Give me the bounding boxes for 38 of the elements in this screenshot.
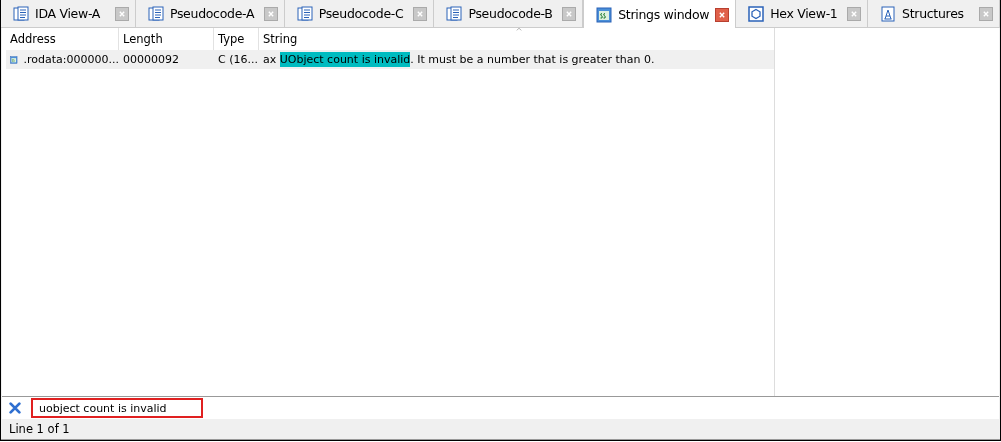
structure-icon [880,5,897,22]
tab-label[interactable]: Structures [902,6,973,21]
close-button[interactable] [562,6,577,21]
tab[interactable]: Pseudocode-A [135,0,285,27]
tab-label[interactable]: Pseudocode-A [169,6,258,21]
status-text: Line 1 of 1 [9,422,70,436]
document-icon [296,5,313,22]
tab-label[interactable]: IDA View-A [35,6,109,21]
table-row[interactable]: .rodata:000000... 00000092 C (16... ax UObject count is invalid. It must be a number that is greater than 0. [6,50,774,69]
close-icon [8,401,22,415]
tab[interactable]: Hex View-1 [736,0,869,27]
tab-label[interactable]: Strings window [618,7,710,22]
close-button[interactable] [413,6,428,21]
table-cell-text: ax [263,53,278,66]
tab[interactable]: IDA View-A [1,0,136,27]
table-cell: .rodata:000000... [23,53,119,66]
tab-label[interactable]: Hex View-1 [770,6,842,21]
close-button[interactable] [715,7,730,22]
tab[interactable]: Strings window [583,0,737,29]
tab[interactable]: Structures [868,0,1000,27]
column-header[interactable]: String [259,28,774,50]
close-button[interactable] [979,6,993,21]
document-icon [13,5,29,22]
tab-label[interactable]: Pseudocode-B [468,6,557,21]
document-icon [446,5,463,22]
close-button[interactable] [263,6,278,21]
close-button[interactable] [847,6,862,21]
table-cell: C (16... [218,53,258,66]
tab[interactable]: Pseudocode-B [434,0,584,27]
tab-label[interactable]: Pseudocode-C [318,6,408,21]
close-button[interactable] [114,6,129,21]
string-icon [596,6,613,23]
table-cell: 00000092 [123,53,179,66]
tab[interactable]: Pseudocode-C [284,0,435,27]
table-cell: . It must be a number that is greater than 0. [410,53,655,66]
search-field[interactable]: uobject count is invalid [31,398,203,418]
document-icon [147,5,164,22]
sort-icon [514,26,524,33]
